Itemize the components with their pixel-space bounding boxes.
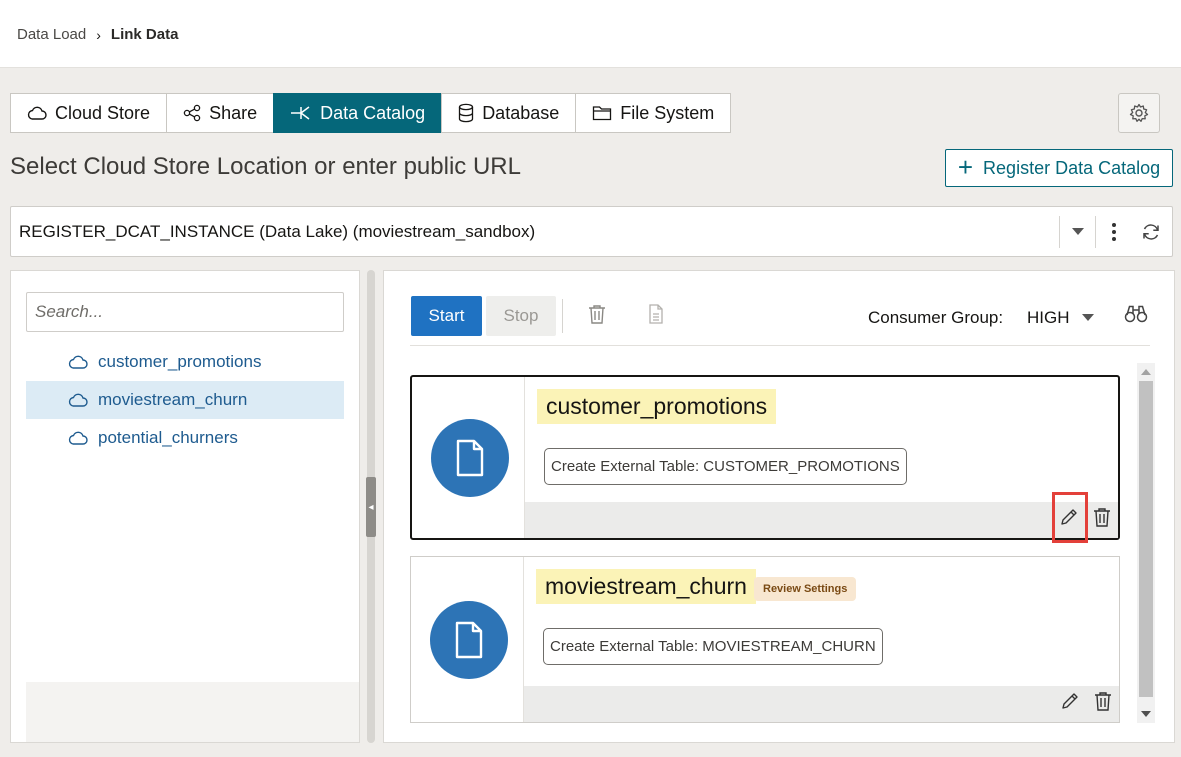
settings-button[interactable] <box>1118 93 1160 133</box>
trash-icon <box>1095 692 1111 711</box>
card-footer <box>524 686 1119 722</box>
breadcrumb-link-data: Link Data <box>110 26 179 43</box>
cloud-icon <box>68 431 88 445</box>
scroll-down-arrow-icon[interactable] <box>1137 705 1155 723</box>
consumer-group-select[interactable]: HIGH <box>1027 308 1094 328</box>
breadcrumb-data-load[interactable]: Data Load <box>17 26 86 43</box>
source-tabs: Cloud Store Share Data Catalog Database … <box>10 93 732 133</box>
scroll-up-arrow-icon[interactable] <box>1137 363 1155 381</box>
cloud-icon <box>68 355 88 369</box>
caret-down-icon <box>1071 228 1084 235</box>
delete-button[interactable] <box>1094 691 1112 716</box>
toolbar-divider <box>562 299 563 333</box>
tree-item-label: moviestream_churn <box>98 390 248 409</box>
left-tree-panel: customer_promotions moviestream_churn po… <box>10 270 360 743</box>
report-button[interactable] <box>648 304 664 329</box>
register-data-catalog-button[interactable]: + Register Data Catalog <box>945 149 1173 187</box>
file-icon <box>430 600 508 679</box>
tree-item-label: potential_churners <box>98 428 238 447</box>
tab-database[interactable]: Database <box>441 93 576 133</box>
document-icon <box>649 304 663 324</box>
delete-all-button[interactable] <box>588 304 606 329</box>
chevron-left-icon: ◂ <box>368 501 374 513</box>
consumer-group-value: HIGH <box>1027 308 1070 327</box>
pencil-icon <box>1062 693 1078 709</box>
toolbar-divider-line <box>410 345 1150 346</box>
card-footer <box>525 502 1118 538</box>
tab-share[interactable]: Share <box>166 93 274 133</box>
data-catalog-icon <box>291 106 310 120</box>
search-input[interactable] <box>26 292 344 332</box>
tab-label: Share <box>209 102 258 123</box>
dropdown-button[interactable] <box>1059 216 1095 248</box>
share-icon <box>183 104 201 122</box>
top-bar: Data Load › Link Data <box>0 0 1181 68</box>
create-external-table-chip[interactable]: Create External Table: CUSTOMER_PROMOTIO… <box>544 448 907 485</box>
tab-data-catalog[interactable]: Data Catalog <box>273 93 442 133</box>
start-button[interactable]: Start <box>411 296 482 336</box>
trash-icon <box>1094 508 1110 527</box>
database-icon <box>459 103 474 123</box>
cloud-location-select[interactable]: REGISTER_DCAT_INSTANCE (Data Lake) (movi… <box>10 206 1173 257</box>
tab-cloud-store[interactable]: Cloud Store <box>10 93 167 133</box>
folder-icon <box>593 106 612 121</box>
kebab-icon <box>1111 223 1116 241</box>
chevron-right-icon: › <box>96 26 101 43</box>
file-icon <box>431 418 509 497</box>
search-jobs-button[interactable] <box>1124 304 1148 329</box>
cloud-icon <box>27 106 47 120</box>
refresh-button[interactable] <box>1131 216 1171 248</box>
stop-button[interactable]: Stop <box>486 296 556 336</box>
plus-icon: + <box>957 151 974 182</box>
binoculars-icon <box>1124 305 1148 323</box>
tree-item-label: customer_promotions <box>98 352 262 371</box>
left-panel-footer <box>26 682 359 742</box>
tree-item-potential-churners[interactable]: potential_churners <box>26 419 344 457</box>
tab-label: Cloud Store <box>55 102 151 123</box>
tab-file-system[interactable]: File System <box>575 93 732 133</box>
card-title: customer_promotions <box>537 389 777 424</box>
breadcrumb: Data Load › Link Data <box>17 26 178 43</box>
tree-item-moviestream-churn[interactable]: moviestream_churn <box>26 381 344 419</box>
card-list-scrollbar[interactable] <box>1137 363 1155 723</box>
card-icon-area <box>412 377 525 538</box>
section-title: Select Cloud Store Location or enter pub… <box>10 153 521 180</box>
edit-button[interactable] <box>1061 692 1079 715</box>
create-external-table-chip[interactable]: Create External Table: MOVIESTREAM_CHURN <box>543 628 883 665</box>
card-icon-area <box>411 557 524 722</box>
card-title: moviestream_churn <box>536 569 756 604</box>
tree-item-customer-promotions[interactable]: customer_promotions <box>26 343 344 381</box>
location-value: REGISTER_DCAT_INSTANCE (Data Lake) (movi… <box>19 222 536 241</box>
tab-label: Database <box>482 102 560 123</box>
load-card-customer-promotions[interactable]: customer_promotions Create External Tabl… <box>410 375 1120 540</box>
review-settings-badge[interactable]: Review Settings <box>754 577 857 601</box>
consumer-group-label: Consumer Group: <box>868 308 1004 327</box>
gear-icon <box>1129 103 1149 122</box>
delete-button[interactable] <box>1093 507 1111 532</box>
collapse-handle[interactable]: ◂ <box>366 477 376 537</box>
catalog-tree: customer_promotions moviestream_churn po… <box>26 343 344 457</box>
load-jobs-panel: Start Stop Consumer Group: HIGH customer… <box>383 270 1175 743</box>
register-label: Register Data Catalog <box>983 157 1161 178</box>
edit-highlight-annotation <box>1052 492 1088 543</box>
refresh-icon <box>1143 224 1159 240</box>
tab-label: Data Catalog <box>320 102 426 123</box>
trash-icon <box>589 305 605 324</box>
more-actions-button[interactable] <box>1095 216 1131 248</box>
caret-down-icon <box>1081 314 1094 321</box>
scroll-thumb[interactable] <box>1139 381 1153 697</box>
tab-label: File System <box>620 102 715 123</box>
cloud-icon <box>68 393 88 407</box>
load-card-moviestream-churn[interactable]: moviestream_churn Review Settings Create… <box>410 556 1120 723</box>
